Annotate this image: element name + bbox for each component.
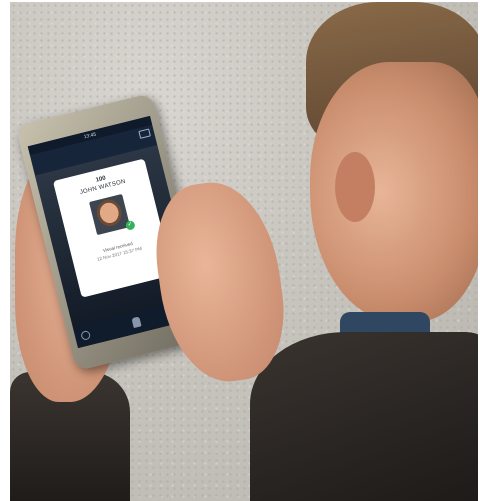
camera-icon[interactable] — [138, 128, 151, 139]
person-icon[interactable] — [131, 316, 142, 329]
info-icon[interactable] — [80, 329, 92, 341]
leather-jacket — [250, 332, 478, 501]
check-icon: ✓ — [124, 219, 136, 231]
avatar: ✓ — [89, 193, 136, 236]
person-ear — [335, 152, 375, 222]
photo-scene: 13:45 100 JOHN WATSON ✓ Visual received … — [10, 2, 478, 501]
